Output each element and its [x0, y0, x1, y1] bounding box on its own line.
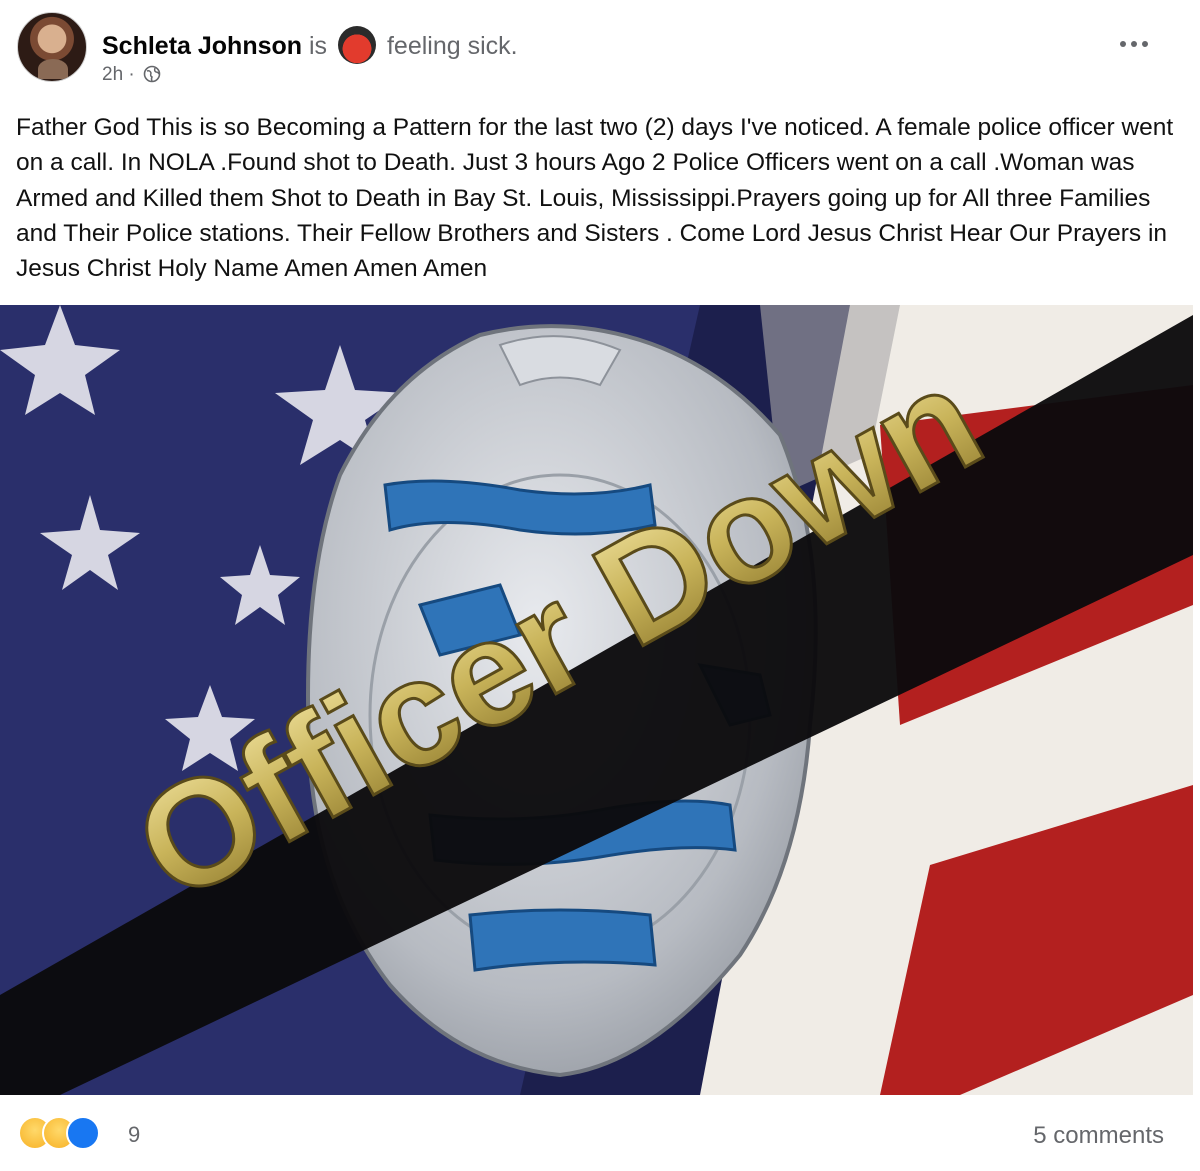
globe-icon [143, 65, 161, 83]
sick-face-icon [338, 26, 377, 64]
post-text: Father God This is so Becoming a Pattern… [16, 114, 1174, 283]
post-meta: 2h · [102, 64, 161, 86]
reaction-icons[interactable] [18, 1116, 118, 1152]
officer-down-graphic: Officer Down [0, 305, 1193, 1095]
author-name[interactable]: Schleta Johnson [102, 32, 302, 60]
reaction-count[interactable]: 9 [128, 1122, 140, 1148]
is-word: is [309, 32, 328, 60]
post-header: Schleta Johnson is feeling sick. 2h · [0, 0, 1200, 100]
author-avatar[interactable] [17, 12, 87, 82]
feeling-text: feeling sick. [386, 32, 518, 60]
meta-separator: · [128, 64, 135, 85]
comments-count[interactable]: 5 comments [1033, 1122, 1164, 1150]
post-timestamp[interactable]: 2h [102, 64, 123, 85]
post-footer: 9 5 comments [0, 1104, 1200, 1171]
post-image[interactable]: Officer Down [0, 305, 1193, 1095]
author-line: Schleta Johnson is feeling sick. [102, 26, 518, 64]
more-options-icon[interactable] [1114, 27, 1154, 61]
like-reaction-icon [66, 1116, 100, 1150]
